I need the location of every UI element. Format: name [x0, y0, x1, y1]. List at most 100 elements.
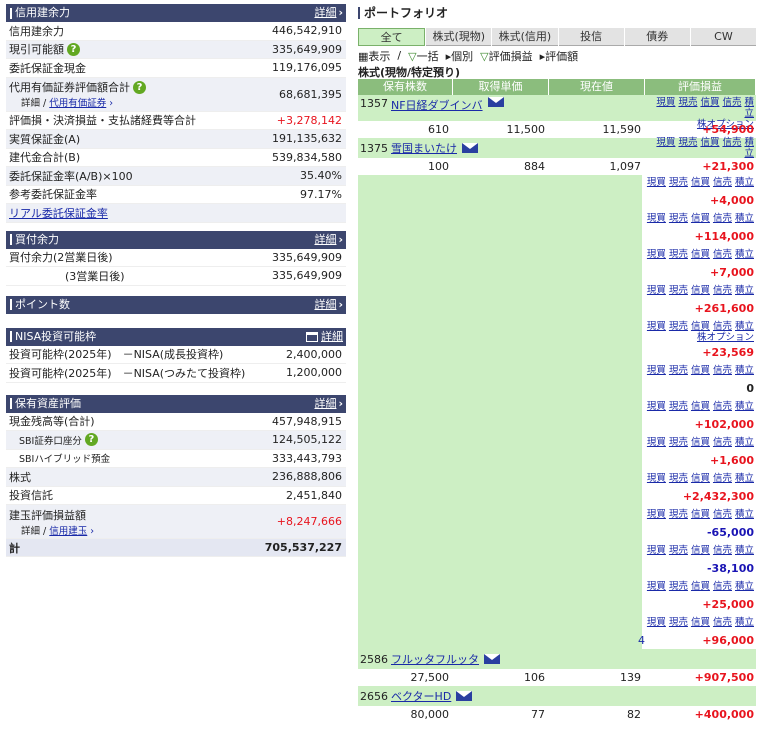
action-link[interactable]: 信買	[691, 545, 710, 556]
action-link[interactable]: 積立	[735, 177, 754, 188]
action-link[interactable]: 現売	[669, 473, 688, 484]
action-link[interactable]: 現売	[669, 213, 688, 224]
action-link[interactable]: 信売	[722, 97, 741, 108]
action-link[interactable]: 現買	[647, 401, 666, 412]
help-icon[interactable]: ?	[84, 433, 98, 447]
action-link[interactable]: 積立	[735, 437, 754, 448]
action-link[interactable]: 現買	[656, 97, 675, 108]
mail-icon[interactable]	[487, 97, 504, 107]
nisa-detail-link[interactable]: 詳細	[321, 328, 343, 346]
action-link[interactable]: 信売	[713, 545, 732, 556]
action-link[interactable]: 積立	[735, 617, 754, 628]
action-link[interactable]: 信売	[713, 581, 732, 592]
action-link[interactable]: 信買	[691, 473, 710, 484]
action-link[interactable]: 積立	[735, 213, 754, 224]
tab-stock-margin[interactable]: 株式(信用)	[492, 28, 558, 46]
action-link[interactable]: 現買	[647, 285, 666, 296]
real-margin-rate-link[interactable]: リアル委託保証金率	[9, 205, 108, 221]
action-link[interactable]: 信売	[713, 249, 732, 260]
action-link[interactable]: 積立	[735, 473, 754, 484]
action-link[interactable]: 現買	[647, 473, 666, 484]
tab-stock-spot[interactable]: 株式(現物)	[426, 28, 492, 46]
action-link[interactable]: 現買	[647, 437, 666, 448]
action-link[interactable]: 積立	[735, 321, 754, 332]
action-link[interactable]: 信売	[713, 473, 732, 484]
action-link[interactable]: 信買	[691, 365, 710, 376]
action-link[interactable]: 信買	[691, 617, 710, 628]
action-link[interactable]: 積立	[735, 285, 754, 296]
stock-name-link[interactable]: 雪国まいたけ	[391, 140, 457, 156]
action-link[interactable]: 信買	[691, 581, 710, 592]
action-link[interactable]: 信買	[691, 177, 710, 188]
action-link[interactable]: 現売	[669, 365, 688, 376]
valuation-toggle[interactable]: ▸評価額	[540, 48, 579, 64]
action-link[interactable]: 現買	[647, 365, 666, 376]
action-link[interactable]: 信買	[691, 285, 710, 296]
action-link[interactable]: 信売	[713, 401, 732, 412]
tab-fund[interactable]: 投信	[558, 28, 624, 46]
action-link[interactable]: 信売	[713, 213, 732, 224]
collateral-securities-link[interactable]: 代用有価証券	[49, 98, 106, 109]
action-link[interactable]: 信買	[691, 509, 710, 520]
action-link[interactable]: 現買	[647, 213, 666, 224]
action-link[interactable]: 現売	[669, 249, 688, 260]
action-link[interactable]: 信売	[713, 437, 732, 448]
stock-name-link[interactable]: フルッタフルッタ	[391, 651, 479, 667]
action-link[interactable]: 積立	[744, 137, 754, 159]
action-link[interactable]: 現売	[669, 545, 688, 556]
action-link[interactable]: 信売	[713, 321, 732, 332]
action-link[interactable]: 信売	[713, 365, 732, 376]
action-link[interactable]: 現売	[669, 401, 688, 412]
mail-icon[interactable]	[456, 691, 473, 701]
action-link[interactable]: 信買	[691, 249, 710, 260]
margin-capacity-detail-link[interactable]: 詳細	[314, 4, 343, 22]
action-link[interactable]: 積立	[744, 97, 754, 119]
action-link[interactable]: 現売	[669, 177, 688, 188]
action-link[interactable]: 現買	[647, 249, 666, 260]
action-link[interactable]: 信買	[700, 97, 719, 108]
action-link[interactable]: 信売	[713, 617, 732, 628]
action-link[interactable]: 信売	[713, 177, 732, 188]
action-link[interactable]: 現買	[647, 177, 666, 188]
tab-all[interactable]: 全て	[358, 28, 426, 46]
option-link[interactable]: 株オプション	[697, 332, 754, 343]
points-detail-link[interactable]: 詳細	[314, 296, 343, 314]
tab-bond[interactable]: 債券	[624, 28, 690, 46]
action-link[interactable]: 信売	[713, 285, 732, 296]
action-link[interactable]: 現売	[669, 285, 688, 296]
assets-detail-link[interactable]: 詳細	[314, 395, 343, 413]
action-link[interactable]: 現売	[669, 321, 688, 332]
action-link[interactable]: 積立	[735, 509, 754, 520]
action-link[interactable]: 現買	[647, 581, 666, 592]
action-link[interactable]: 信買	[691, 213, 710, 224]
tab-cw[interactable]: CW	[690, 28, 757, 46]
action-link[interactable]: 現売	[669, 437, 688, 448]
action-link[interactable]: 信買	[691, 321, 710, 332]
action-link[interactable]: 信売	[722, 137, 741, 148]
action-link[interactable]: 現買	[647, 545, 666, 556]
action-link[interactable]: 信買	[691, 437, 710, 448]
help-icon[interactable]: ?	[67, 42, 80, 56]
help-icon[interactable]: ?	[133, 80, 146, 94]
mail-icon[interactable]	[484, 654, 500, 664]
bulk-toggle[interactable]: ▽一括	[408, 48, 438, 64]
stock-name-link[interactable]: ベクターHD	[391, 688, 451, 704]
action-link[interactable]: 信買	[700, 137, 719, 148]
action-link[interactable]: 現売	[678, 97, 697, 108]
action-link[interactable]: 積立	[735, 365, 754, 376]
action-link[interactable]: 信買	[691, 401, 710, 412]
action-link[interactable]: 積立	[735, 581, 754, 592]
action-link[interactable]: 積立	[735, 401, 754, 412]
action-link[interactable]: 積立	[735, 249, 754, 260]
action-link[interactable]: 現買	[647, 321, 666, 332]
action-link[interactable]: 積立	[735, 545, 754, 556]
action-link[interactable]: 現買	[656, 137, 675, 148]
mail-icon[interactable]	[462, 143, 478, 153]
action-link[interactable]: 現買	[647, 509, 666, 520]
individual-toggle[interactable]: ▸個別	[446, 48, 474, 64]
margin-positions-link[interactable]: 信用建玉	[49, 526, 87, 537]
pl-toggle[interactable]: ▽評価損益	[480, 48, 532, 64]
buying-power-detail-link[interactable]: 詳細	[314, 231, 343, 249]
action-link[interactable]: 現売	[669, 617, 688, 628]
action-link[interactable]: 現売	[669, 509, 688, 520]
